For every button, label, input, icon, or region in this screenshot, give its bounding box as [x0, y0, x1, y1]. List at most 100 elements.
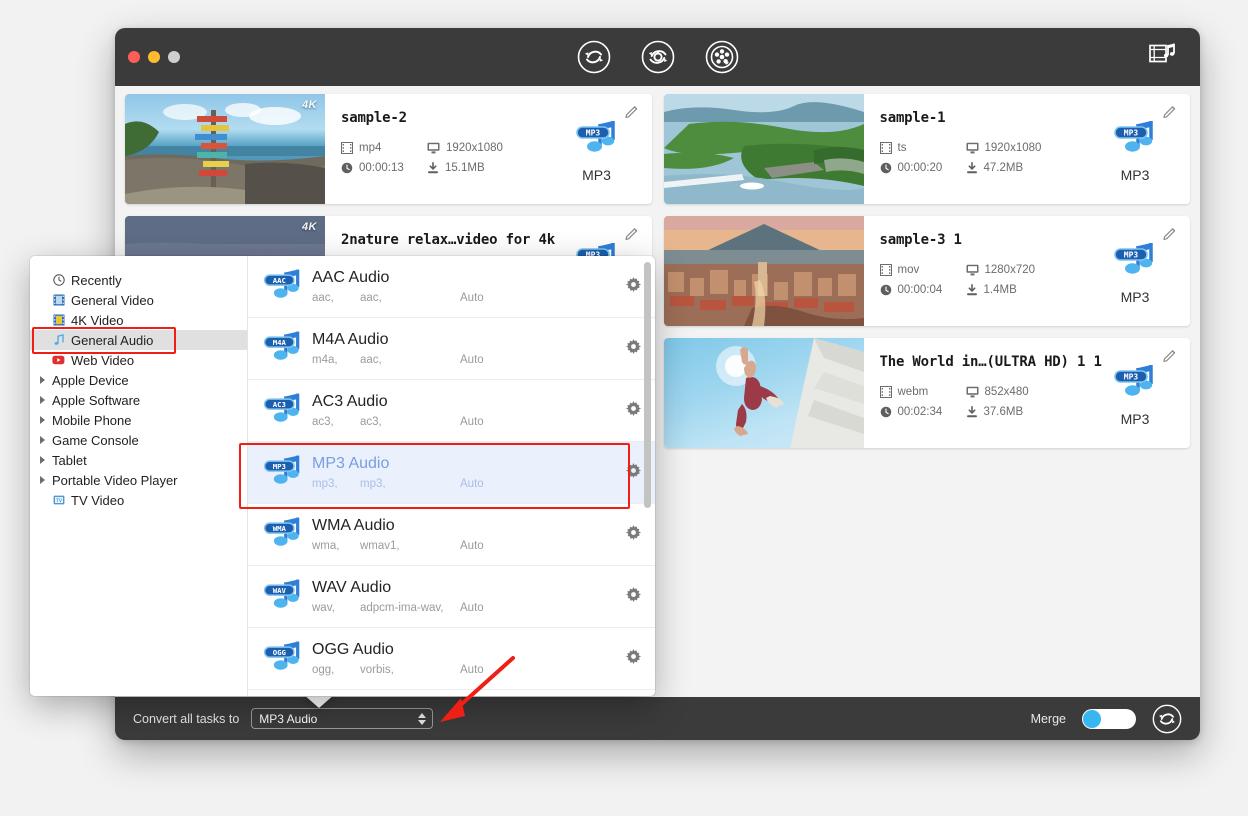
format-row-texts: AAC Audio aac, aac, Auto [306, 269, 626, 303]
meta-resolution: 1280x720 [966, 264, 1086, 276]
monitor-icon [966, 264, 978, 276]
toolbox-tab-icon[interactable] [640, 39, 676, 75]
format-details: aac, aac, Auto [312, 292, 626, 304]
gear-icon[interactable] [626, 524, 641, 545]
gear-icon[interactable] [626, 276, 641, 297]
format-row-wav[interactable]: WAV WAV Audio wav, adpcm-ima-wav, Auto [248, 566, 655, 628]
sidebar-item-apple-device[interactable]: Apple Device [30, 370, 247, 390]
film-icon [879, 264, 892, 276]
format-row-mp3[interactable]: MP3 MP3 Audio mp3, mp3, Auto [248, 442, 655, 504]
merge-toggle[interactable] [1082, 708, 1136, 729]
download-size-icon [966, 162, 977, 174]
output-format-button[interactable]: MP3 MP3 [566, 120, 628, 183]
format-row-texts: WAV Audio wav, adpcm-ima-wav, Auto [306, 579, 626, 613]
window-titlebar [115, 28, 1200, 86]
format-details: m4a, aac, Auto [312, 354, 626, 366]
format-row-ogg[interactable]: OGG OGG Audio ogg, vorbis, Auto [248, 628, 655, 690]
film-icon [879, 142, 892, 154]
format-row-wma[interactable]: WMA WMA Audio wma, wmav1, Auto [248, 504, 655, 566]
format-name: OGG Audio [312, 641, 394, 659]
sidebar-item-label: Portable Video Player [52, 472, 178, 488]
task-card[interactable]: sample-3 1 mov 00:00:04 1280x720 1.4MB M… [663, 216, 1190, 326]
format-codec: aac, [360, 291, 382, 304]
task-card-body: sample-1 ts 00:00:20 1920x1080 47.2MB MP… [864, 94, 1191, 204]
output-format-label: MP3 [1120, 289, 1150, 305]
screenshot-root: 4K sample-2 mp4 00:00:13 1920x1080 15.1M… [0, 0, 1248, 816]
task-column-right: sample-1 ts 00:00:20 1920x1080 47.2MB MP… [663, 94, 1191, 697]
bottom-action-bar: Convert all tasks to MP3 Audio Merge [115, 697, 1200, 740]
downloader-tab-icon[interactable] [704, 39, 740, 75]
film-blue-icon [52, 294, 65, 307]
output-format-button[interactable]: MP3 MP3 [1104, 364, 1166, 427]
merge-label: Merge [1030, 711, 1066, 726]
format-quality: Auto [460, 663, 484, 676]
format-category-sidebar: Recently General Video 4K Video General … [30, 256, 248, 696]
format-details: ac3, ac3, Auto [312, 416, 626, 428]
convert-tab-icon[interactable] [576, 39, 612, 75]
output-format-button[interactable]: MP3 MP3 [1104, 120, 1166, 183]
format-details: mp3, mp3, Auto [312, 478, 626, 490]
format-row-aac[interactable]: AAC AAC Audio aac, aac, Auto [248, 256, 655, 318]
format-row-m4a[interactable]: M4A M4A Audio m4a, aac, Auto [248, 318, 655, 380]
sidebar-item-portable-video-player[interactable]: Portable Video Player [30, 470, 247, 490]
gear-icon[interactable] [626, 338, 641, 359]
task-card[interactable]: The World in…(ULTRA HD) 1 1 webm 00:02:3… [663, 338, 1191, 448]
sidebar-item-web-video[interactable]: Web Video [30, 350, 247, 370]
output-format-button[interactable]: MP3 MP3 [1104, 242, 1166, 305]
sidebar-item-tablet[interactable]: Tablet [30, 450, 247, 470]
format-row-ac3[interactable]: AC3 AC3 Audio ac3, ac3, Auto [248, 380, 655, 442]
task-thumbnail [663, 94, 864, 204]
meta-container: ts [879, 142, 966, 154]
sidebar-item-label: Apple Software [52, 392, 141, 408]
sidebar-item-mobile-phone[interactable]: Mobile Phone [30, 410, 247, 430]
output-format-label: MP3 [1120, 411, 1150, 427]
svg-text:AC3: AC3 [273, 399, 286, 408]
mp3-note-icon: MP3 [1114, 365, 1153, 396]
sidebar-item-apple-software[interactable]: Apple Software [30, 390, 247, 410]
mp3-note-icon: MP3 [260, 454, 306, 492]
merge-toggle-knob [1083, 709, 1101, 728]
meta-container-value: ts [897, 142, 907, 154]
convert-all-button[interactable] [1152, 704, 1182, 734]
sidebar-item-game-console[interactable]: Game Console [30, 430, 247, 450]
download-size-icon [966, 284, 977, 296]
chevron-right-icon [40, 416, 45, 424]
download-size-icon [966, 406, 977, 418]
gear-icon[interactable] [626, 462, 641, 483]
format-codec: wmav1, [360, 539, 400, 552]
meta-resolution-value: 1280x720 [984, 264, 1036, 276]
clock-icon [880, 406, 891, 418]
sidebar-item-general-video[interactable]: General Video [30, 290, 247, 310]
task-card[interactable]: 4K sample-2 mp4 00:00:13 1920x1080 15.1M… [125, 94, 652, 204]
mp3-note-icon: MP3 [1114, 121, 1153, 152]
film-icon [341, 142, 353, 154]
gear-icon[interactable] [626, 648, 641, 669]
mp3-note-icon: MP3 [1114, 243, 1153, 274]
meta-size: 1.4MB [966, 284, 1086, 296]
sidebar-item-recently[interactable]: Recently [30, 270, 247, 290]
format-list-scrollbar[interactable] [644, 262, 651, 508]
meta-container-value: mp4 [359, 142, 382, 154]
format-list[interactable]: AAC AAC Audio aac, aac, Auto M4A M4A Aud… [248, 256, 655, 696]
meta-resolution: 852x480 [966, 386, 1086, 398]
sidebar-item-general-audio[interactable]: General Audio [30, 330, 247, 350]
sidebar-item-4k-video[interactable]: 4K Video [30, 310, 247, 330]
gear-icon[interactable] [626, 400, 641, 421]
format-select-value: MP3 Audio [259, 711, 318, 726]
format-select-dropdown[interactable]: MP3 Audio [251, 708, 434, 729]
stepper-arrows-icon [418, 712, 427, 725]
chevron-right-icon [40, 376, 45, 384]
sidebar-item-tv-video[interactable]: TV TV Video [30, 490, 247, 510]
meta-duration: 00:00:04 [880, 284, 966, 296]
task-card[interactable]: sample-1 ts 00:00:20 1920x1080 47.2MB MP… [663, 94, 1191, 204]
task-card-body: The World in…(ULTRA HD) 1 1 webm 00:02:3… [864, 338, 1191, 448]
format-details: wma, wmav1, Auto [312, 540, 626, 552]
meta-resolution-value: 1920x1080 [984, 142, 1042, 154]
media-library-icon[interactable] [1148, 42, 1178, 73]
gear-icon[interactable] [626, 586, 641, 607]
meta-duration: 00:00:20 [880, 162, 966, 174]
meta-duration-value: 00:00:20 [897, 162, 943, 174]
mp3-note-icon: MP3 [575, 121, 615, 152]
chevron-right-icon [40, 456, 45, 464]
svg-text:WMA: WMA [273, 523, 287, 532]
